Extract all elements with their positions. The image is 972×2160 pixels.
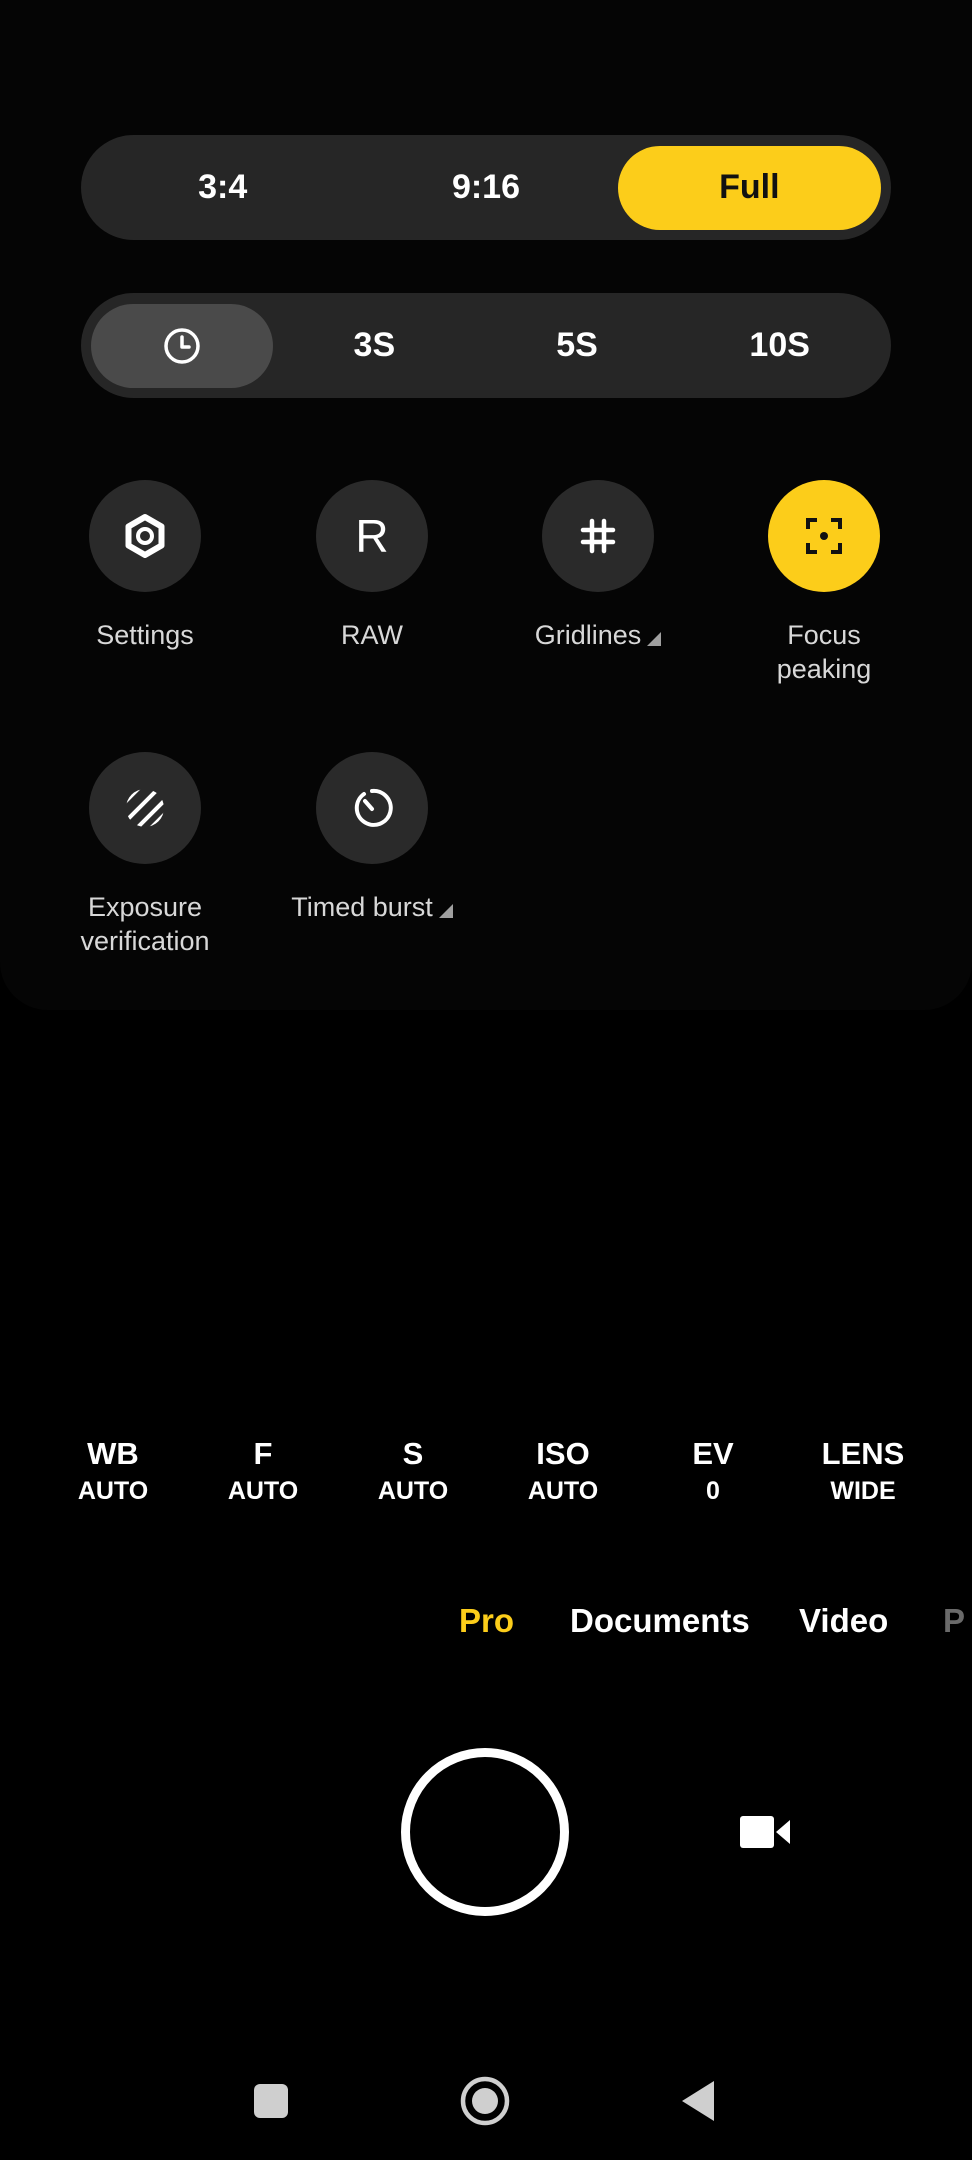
mode-documents[interactable]: Documents — [570, 1602, 750, 1640]
exposure-verification-button[interactable] — [89, 752, 201, 864]
timed-burst-toggle[interactable]: Timed burst — [272, 752, 472, 924]
focus-peaking-button[interactable] — [768, 480, 880, 592]
focus-frame-icon — [806, 518, 842, 554]
lens-control[interactable]: LENS WIDE — [788, 1435, 938, 1509]
back-icon[interactable] — [673, 2075, 725, 2127]
timer-3s-option[interactable]: 3S — [273, 304, 476, 388]
timed-burst-more-icon — [438, 904, 453, 918]
timer-burst-icon — [354, 788, 393, 827]
timer-selector: 3S 5S 10S — [81, 293, 891, 398]
home-icon[interactable] — [459, 2075, 511, 2127]
pro-parameters-row: WB AUTO F AUTO S AUTO ISO AUTO EV 0 LENS… — [38, 1435, 938, 1509]
aspect-3-4-option[interactable]: 3:4 — [91, 146, 354, 230]
recents-icon[interactable] — [245, 2075, 297, 2127]
mode-pro[interactable]: Pro — [459, 1602, 514, 1640]
gear-icon — [125, 514, 165, 558]
aspect-full-option[interactable]: Full — [617, 145, 881, 230]
gridlines-button[interactable] — [542, 480, 654, 592]
raw-label: RAW — [341, 620, 403, 650]
timer-10s-option[interactable]: 10S — [678, 304, 881, 388]
gridlines-more-icon — [647, 632, 662, 646]
mode-partial[interactable]: P — [943, 1602, 965, 1640]
focus-peaking-label: Focus peaking — [776, 620, 872, 684]
settings-toggle[interactable]: Settings — [45, 480, 245, 652]
raw-toggle[interactable]: R RAW — [272, 480, 472, 652]
raw-button[interactable]: R — [316, 480, 428, 592]
settings-label: Settings — [96, 620, 194, 650]
video-camera-icon[interactable] — [738, 1810, 794, 1854]
settings-button[interactable] — [89, 480, 201, 592]
gridlines-label: Gridlines — [498, 618, 698, 652]
aspect-ratio-selector: 3:4 9:16 Full — [81, 135, 891, 240]
wb-control[interactable]: WB AUTO — [38, 1435, 188, 1509]
ev-control[interactable]: EV 0 — [638, 1435, 788, 1509]
raw-r-icon: R — [355, 510, 389, 562]
exposure-verification-label: Exposure verification — [80, 892, 210, 956]
timed-burst-button[interactable] — [316, 752, 428, 864]
gridlines-toggle[interactable]: Gridlines — [498, 480, 698, 652]
clock-icon — [164, 327, 200, 364]
aspect-9-16-option[interactable]: 9:16 — [354, 146, 617, 230]
zebra-stripes-icon — [126, 789, 164, 827]
focus-control[interactable]: F AUTO — [188, 1435, 338, 1509]
grid-hash-icon — [580, 518, 616, 554]
shutter-speed-control[interactable]: S AUTO — [338, 1435, 488, 1509]
focus-peaking-toggle[interactable]: Focus peaking — [724, 480, 924, 686]
timer-off-option[interactable] — [91, 303, 273, 388]
settings-panel: 3:4 9:16 Full 3S 5S 10S Settings R RAW G… — [0, 0, 972, 1010]
mode-video[interactable]: Video — [799, 1602, 888, 1640]
iso-control[interactable]: ISO AUTO — [488, 1435, 638, 1509]
shutter-button[interactable] — [401, 1748, 569, 1916]
timed-burst-label: Timed burst — [272, 890, 472, 924]
timer-5s-option[interactable]: 5S — [476, 304, 679, 388]
exposure-verification-toggle[interactable]: Exposure verification — [45, 752, 245, 958]
